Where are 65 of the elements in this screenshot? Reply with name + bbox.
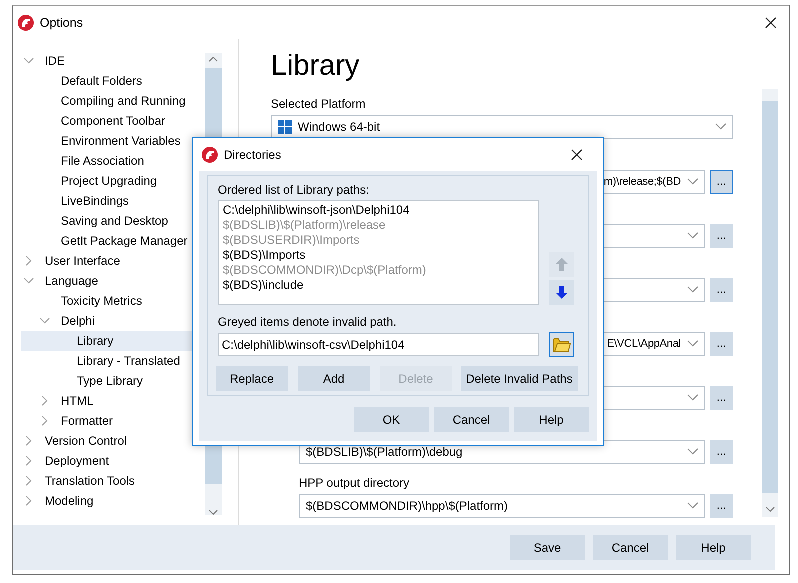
path-combo[interactable]: $(BDSCOMMONDIR)\hpp\$(Platform) [299, 494, 705, 518]
chevron-down-icon [687, 448, 699, 456]
field-label: HPP output directory [299, 475, 411, 492]
tree-item[interactable]: Default Folders [21, 71, 198, 91]
move-down-button[interactable] [549, 280, 574, 305]
action-button[interactable]: Delete Invalid Paths [461, 366, 578, 391]
hint-text: Greyed items denote invalid path. [218, 314, 398, 330]
browse-button[interactable]: ... [710, 278, 733, 302]
field-label: Selected Platform [271, 96, 367, 113]
browse-button[interactable]: ... [710, 494, 733, 518]
close-icon [765, 16, 777, 28]
tree-item[interactable]: Version Control [21, 431, 198, 451]
tree-item[interactable]: Language [21, 271, 198, 291]
browse-button[interactable]: ... [710, 332, 733, 356]
path-item[interactable]: C:\delphi\lib\winsoft-json\Delphi104 [223, 203, 534, 218]
footer-button[interactable]: Save [510, 535, 585, 560]
tree-item[interactable]: User Interface [21, 251, 198, 271]
dialog-button[interactable]: Cancel [434, 407, 509, 432]
tree-item[interactable]: HTML [21, 391, 198, 411]
tree-item[interactable]: Translation Tools [21, 471, 198, 491]
footer-button[interactable]: Cancel [593, 535, 668, 560]
dialog-title: Directories [224, 148, 282, 162]
scroll-down-icon [766, 507, 774, 512]
tree-item[interactable]: Delphi [21, 311, 198, 331]
tree-item[interactable]: Deployment [21, 451, 198, 471]
platform-combo[interactable]: Windows 64-bit [271, 115, 733, 139]
browse-button[interactable]: ... [710, 170, 733, 194]
window-title: Options [40, 16, 84, 30]
path-list[interactable]: C:\delphi\lib\winsoft-json\Delphi104 $(BDSLIB)\$(Platform)\release $(BDSUSERDIR)\Imports $(BDS)\Imports $(BDSCOMMONDIR)\Dcp\$(Platform) $(BDS)\include [218, 200, 539, 305]
tree-item[interactable]: Component Toolbar [21, 111, 198, 131]
path-input[interactable]: C:\delphi\lib\winsoft-csv\Delphi104 [218, 333, 539, 356]
scroll-up-icon [209, 57, 218, 62]
tree-item[interactable]: IDE [21, 51, 198, 71]
app-logo-icon [18, 14, 34, 30]
windows-logo-icon [278, 120, 292, 134]
list-label: Ordered list of Library paths: [218, 182, 370, 198]
tree-item[interactable]: Modeling [21, 491, 198, 511]
scroll-down-icon [209, 510, 218, 515]
browse-button[interactable]: ... [710, 440, 733, 464]
path-item[interactable]: $(BDS)\include [223, 278, 534, 293]
tree-item[interactable]: Compiling and Running [21, 91, 198, 111]
action-button[interactable]: Replace [216, 366, 288, 391]
folder-icon [552, 338, 570, 352]
arrow-down-icon [556, 286, 568, 299]
path-item[interactable]: $(BDS)\Imports [223, 248, 534, 263]
chevron-down-icon [687, 286, 699, 294]
arrow-up-icon [556, 258, 568, 271]
chevron-down-icon [687, 340, 699, 348]
browse-button[interactable]: ... [710, 224, 733, 248]
chevron-down-icon [715, 123, 727, 131]
footer-button[interactable]: Help [676, 535, 751, 560]
page-heading: Library [271, 49, 361, 83]
folder-button[interactable] [549, 332, 574, 357]
dialog-button[interactable]: OK [354, 407, 429, 432]
dialog-button[interactable]: Help [514, 407, 589, 432]
tree-item[interactable]: Formatter [21, 411, 198, 431]
chevron-down-icon [687, 394, 699, 402]
close-icon [571, 148, 583, 160]
browse-button[interactable]: ... [710, 386, 733, 410]
scrollbar[interactable] [762, 89, 778, 517]
app-logo-icon [202, 146, 218, 162]
action-button[interactable]: Add [298, 366, 370, 391]
chevron-down-icon [687, 502, 699, 510]
chevron-down-icon [687, 232, 699, 240]
chevron-down-icon [687, 178, 699, 186]
